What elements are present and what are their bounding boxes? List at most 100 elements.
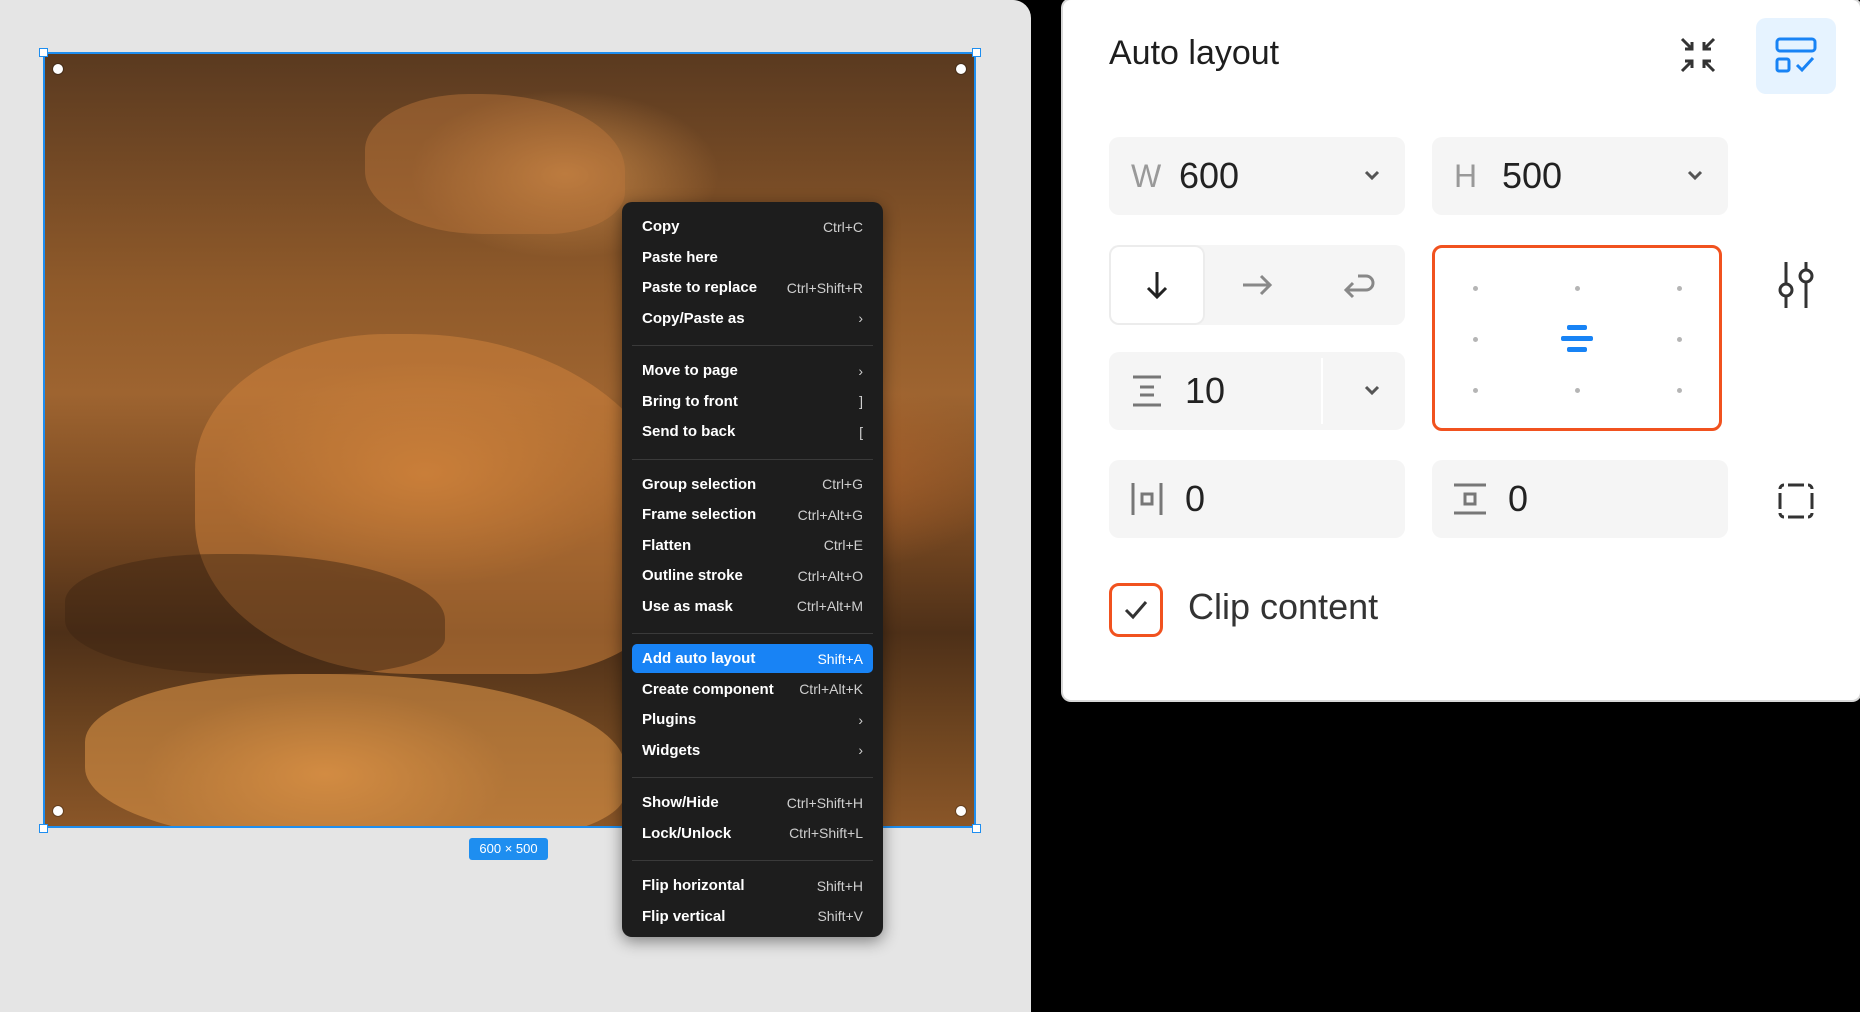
menu-item-label: Flip vertical <box>642 907 726 925</box>
collapse-icon[interactable] <box>1673 30 1723 80</box>
menu-item-label: Bring to front <box>642 392 738 410</box>
menu-item[interactable]: Widgets › <box>632 736 873 765</box>
height-value[interactable]: 500 <box>1502 155 1562 197</box>
menu-separator <box>632 633 873 634</box>
arrow-right-icon <box>1243 274 1273 296</box>
menu-item-label: Widgets <box>642 741 701 759</box>
height-field[interactable]: H 500 <box>1432 137 1728 215</box>
direction-wrap-button[interactable] <box>1309 245 1405 325</box>
menu-item-label: Paste to replace <box>642 279 758 296</box>
clip-content-label[interactable]: Clip content <box>1188 586 1378 628</box>
menu-item-shortcut: › <box>858 711 863 728</box>
align-top-center[interactable] <box>1575 286 1580 291</box>
menu-item[interactable]: Flip vertical Shift+V <box>632 902 873 931</box>
align-bottom-right[interactable] <box>1677 388 1682 393</box>
chevron-down-icon[interactable] <box>1361 379 1383 401</box>
direction-toggle-group <box>1109 245 1405 325</box>
corner-radius-handle[interactable] <box>53 806 63 816</box>
align-top-left[interactable] <box>1473 286 1478 291</box>
menu-item[interactable]: Use as mask Ctrl+Alt+M <box>632 592 873 621</box>
align-middle-left[interactable] <box>1473 337 1478 342</box>
clip-content-checkbox[interactable] <box>1109 583 1163 637</box>
align-center-icon[interactable] <box>1557 320 1597 360</box>
menu-separator <box>632 345 873 346</box>
menu-item[interactable]: Lock/Unlock Ctrl+Shift+L <box>632 819 873 848</box>
menu-item[interactable]: Copy/Paste as › <box>632 304 873 333</box>
horizontal-padding-field[interactable]: 0 <box>1109 460 1405 538</box>
vertical-padding-field[interactable]: 0 <box>1432 460 1728 538</box>
corner-radius-handle[interactable] <box>956 806 966 816</box>
horizontal-padding-icon <box>1131 483 1163 515</box>
direction-vertical-button[interactable] <box>1109 245 1205 325</box>
menu-item-label: Frame selection <box>642 506 757 523</box>
align-top-right[interactable] <box>1677 286 1682 291</box>
resize-handle-bottom-left[interactable] <box>39 824 48 833</box>
menu-item-label: Create component <box>642 680 774 698</box>
horizontal-padding-value[interactable]: 0 <box>1185 478 1205 520</box>
menu-item-shortcut: Ctrl+Alt+M <box>796 598 863 614</box>
menu-item-shortcut: Ctrl+Alt+G <box>797 506 863 523</box>
menu-item[interactable]: Flatten Ctrl+E <box>632 531 873 560</box>
menu-item[interactable]: Show/Hide Ctrl+Shift+H <box>632 788 873 817</box>
align-bottom-center[interactable] <box>1575 388 1580 393</box>
individual-padding-icon[interactable] <box>1771 476 1821 526</box>
menu-item-label: Use as mask <box>642 597 733 615</box>
menu-item[interactable]: Copy Ctrl+C <box>632 212 873 241</box>
menu-separator <box>632 777 873 778</box>
menu-item-label: Send to back <box>642 423 736 440</box>
menu-item[interactable]: Outline stroke Ctrl+Alt+O <box>632 561 873 590</box>
menu-item[interactable]: Move to page › <box>632 356 873 385</box>
menu-item-shortcut: Shift+A <box>817 650 863 667</box>
menu-item-shortcut: › <box>858 362 863 379</box>
menu-item-shortcut: Shift+H <box>816 877 863 894</box>
corner-radius-handle[interactable] <box>956 64 966 74</box>
corner-radius-handle[interactable] <box>53 64 63 74</box>
menu-item-label: Add auto layout <box>642 650 756 667</box>
menu-item[interactable]: Plugins › <box>632 705 873 734</box>
menu-item[interactable]: Group selection Ctrl+G <box>632 470 873 499</box>
panel-title: Auto layout <box>1109 34 1280 72</box>
vertical-padding-icon <box>1454 483 1486 515</box>
menu-item-shortcut: Ctrl+G <box>822 476 863 492</box>
chevron-down-icon[interactable] <box>1361 164 1383 186</box>
menu-item[interactable]: Frame selection Ctrl+Alt+G <box>632 500 873 529</box>
menu-item[interactable]: Create component Ctrl+Alt+K <box>632 675 873 704</box>
menu-item-shortcut: ] <box>859 393 863 409</box>
distant-cliff <box>365 94 625 234</box>
width-value[interactable]: 600 <box>1179 155 1239 197</box>
field-divider <box>1321 358 1323 424</box>
menu-item-label: Lock/Unlock <box>642 824 732 842</box>
menu-item-shortcut: Ctrl+Shift+L <box>789 825 863 841</box>
align-bottom-left[interactable] <box>1473 388 1478 393</box>
width-field[interactable]: W 600 <box>1109 137 1405 215</box>
menu-item-shortcut: Shift+V <box>817 908 863 924</box>
menu-item[interactable]: Bring to front] <box>632 387 873 416</box>
gap-value[interactable]: 10 <box>1185 370 1225 412</box>
menu-item-shortcut: Ctrl+Alt+K <box>799 681 863 697</box>
resize-handle-top-left[interactable] <box>39 48 48 57</box>
gap-field[interactable]: 10 <box>1109 352 1405 430</box>
resize-handle-top-right[interactable] <box>972 48 981 57</box>
menu-item[interactable]: Flip horizontal Shift+H <box>632 871 873 900</box>
menu-item[interactable]: Paste to replace Ctrl+Shift+R <box>632 273 873 302</box>
arrow-down-icon <box>1146 272 1168 300</box>
menu-item-label: Plugins <box>642 711 697 728</box>
menu-separator <box>632 860 873 861</box>
menu-item-label: Flip horizontal <box>642 877 745 894</box>
align-middle-right[interactable] <box>1677 337 1682 342</box>
menu-item[interactable]: Send to back [ <box>632 417 873 446</box>
vertical-padding-value[interactable]: 0 <box>1508 478 1528 520</box>
resize-handle-bottom-right[interactable] <box>972 824 981 833</box>
context-menu: Copy Ctrl+C Paste here Paste to replace Ctrl… <box>622 202 883 937</box>
advanced-settings-icon[interactable] <box>1768 255 1824 315</box>
menu-item-shortcut: Ctrl+Shift+R <box>786 279 863 296</box>
layout-suggestion-button[interactable] <box>1756 18 1836 94</box>
direction-horizontal-button[interactable] <box>1209 245 1305 325</box>
menu-item-label: Outline stroke <box>642 567 743 584</box>
menu-item[interactable]: Paste here <box>632 243 873 272</box>
alignment-grid[interactable] <box>1432 245 1722 431</box>
chevron-down-icon[interactable] <box>1684 164 1706 186</box>
menu-item[interactable]: Add auto layout Shift+A <box>632 644 873 673</box>
menu-item-label: Show/Hide <box>642 794 719 811</box>
menu-item-shortcut: › <box>858 742 863 758</box>
